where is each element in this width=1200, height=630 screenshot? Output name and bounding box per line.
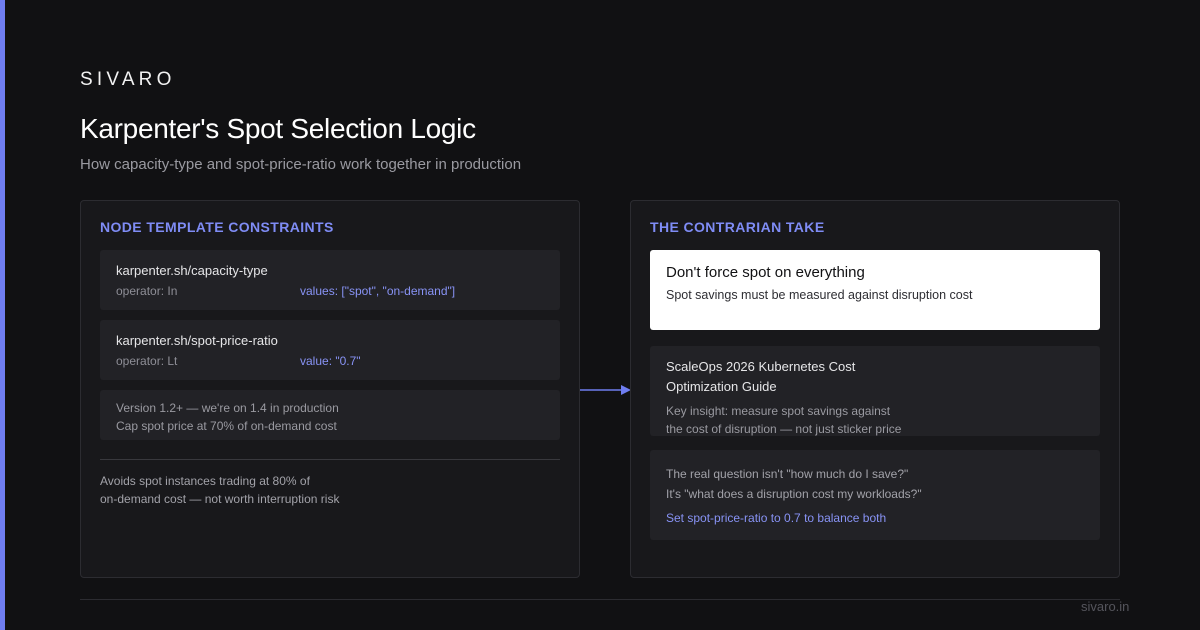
panel-heading: THE CONTRARIAN TAKE [650, 219, 825, 235]
footnote-line: Avoids spot instances trading at 80% of [100, 474, 310, 488]
constraint-operator: operator: In [116, 284, 178, 298]
site-url: sivaro.in [1081, 599, 1130, 614]
highlight-title: Don't force spot on everything [666, 264, 865, 281]
question-line: It's "what does a disruption cost my wor… [666, 487, 922, 501]
source-card: ScaleOps 2026 Kubernetes Cost Optimizati… [650, 346, 1100, 436]
action-recommendation: Set spot-price-ratio to 0.7 to balance b… [666, 511, 887, 525]
arrow-right-icon [580, 385, 631, 395]
constraint-value: values: ["spot", "on-demand"] [300, 284, 456, 298]
footer-divider [80, 599, 1120, 600]
question-card: The real question isn't "how much do I s… [650, 450, 1100, 540]
question-line: The real question isn't "how much do I s… [666, 467, 909, 481]
constraint-value: value: "0.7" [300, 354, 361, 368]
brand-logo: SIVARO [80, 69, 176, 90]
constraint-key: karpenter.sh/spot-price-ratio [116, 333, 278, 348]
node-template-constraints-panel: NODE TEMPLATE CONSTRAINTS karpenter.sh/c… [80, 200, 580, 578]
page-subtitle: How capacity-type and spot-price-ratio w… [80, 156, 522, 173]
source-insight-line: the cost of disruption — not just sticke… [666, 422, 902, 436]
constraint-operator: operator: Lt [116, 354, 178, 368]
contrarian-take-panel: THE CONTRARIAN TAKE Don't force spot on … [630, 200, 1120, 578]
version-note-line: Version 1.2+ — we're on 1.4 in productio… [116, 401, 339, 415]
highlight-card: Don't force spot on everything Spot savi… [650, 250, 1100, 330]
constraint-key: karpenter.sh/capacity-type [116, 263, 268, 278]
page-title: Karpenter's Spot Selection Logic [80, 113, 476, 144]
source-insight-line: Key insight: measure spot savings agains… [666, 404, 891, 418]
constraint-card-spot-price-ratio: karpenter.sh/spot-price-ratio operator: … [100, 320, 560, 380]
accent-bar [0, 0, 5, 630]
highlight-subtitle: Spot savings must be measured against di… [666, 288, 973, 302]
version-note-line: Cap spot price at 70% of on-demand cost [116, 419, 337, 433]
panel-heading: NODE TEMPLATE CONSTRAINTS [100, 219, 334, 235]
footnote-line: on-demand cost — not worth interruption … [100, 492, 340, 506]
source-title-line: Optimization Guide [666, 379, 777, 394]
source-title-line: ScaleOps 2026 Kubernetes Cost [666, 359, 856, 374]
version-note-card: Version 1.2+ — we're on 1.4 in productio… [100, 390, 560, 440]
constraint-card-capacity-type: karpenter.sh/capacity-type operator: In … [100, 250, 560, 310]
divider [100, 459, 560, 460]
